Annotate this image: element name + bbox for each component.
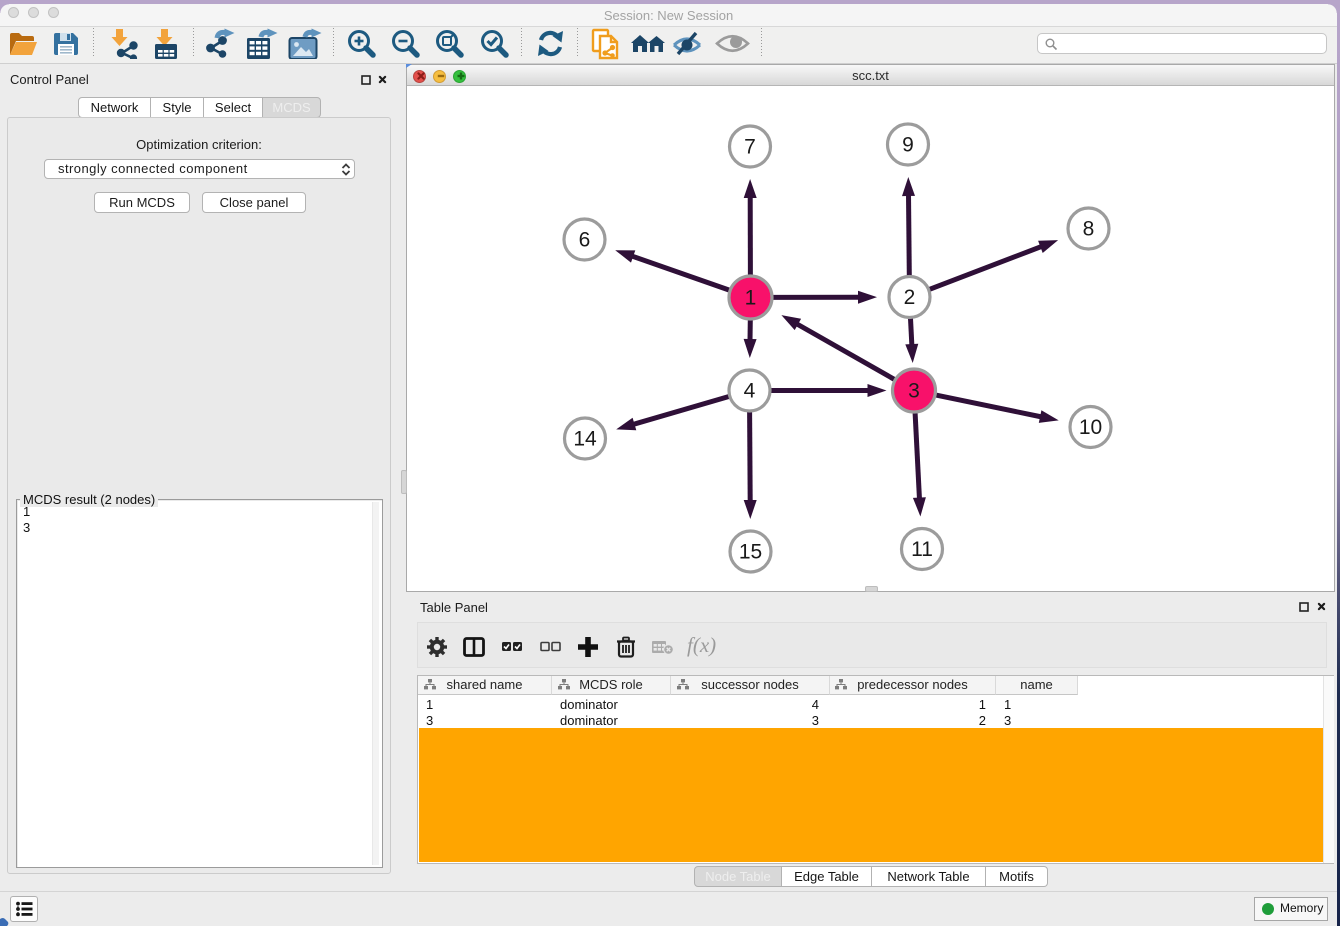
svg-text:6: 6 bbox=[579, 229, 591, 252]
svg-text:2: 2 bbox=[904, 286, 916, 309]
svg-text:15: 15 bbox=[739, 541, 762, 564]
svg-text:1: 1 bbox=[745, 287, 757, 310]
svg-text:14: 14 bbox=[573, 428, 597, 451]
svg-text:10: 10 bbox=[1079, 416, 1102, 439]
svg-text:11: 11 bbox=[911, 538, 933, 561]
svg-text:8: 8 bbox=[1083, 218, 1095, 241]
svg-text:4: 4 bbox=[744, 380, 756, 403]
svg-text:7: 7 bbox=[744, 136, 756, 159]
svg-text:9: 9 bbox=[902, 134, 914, 157]
svg-text:3: 3 bbox=[908, 380, 920, 403]
